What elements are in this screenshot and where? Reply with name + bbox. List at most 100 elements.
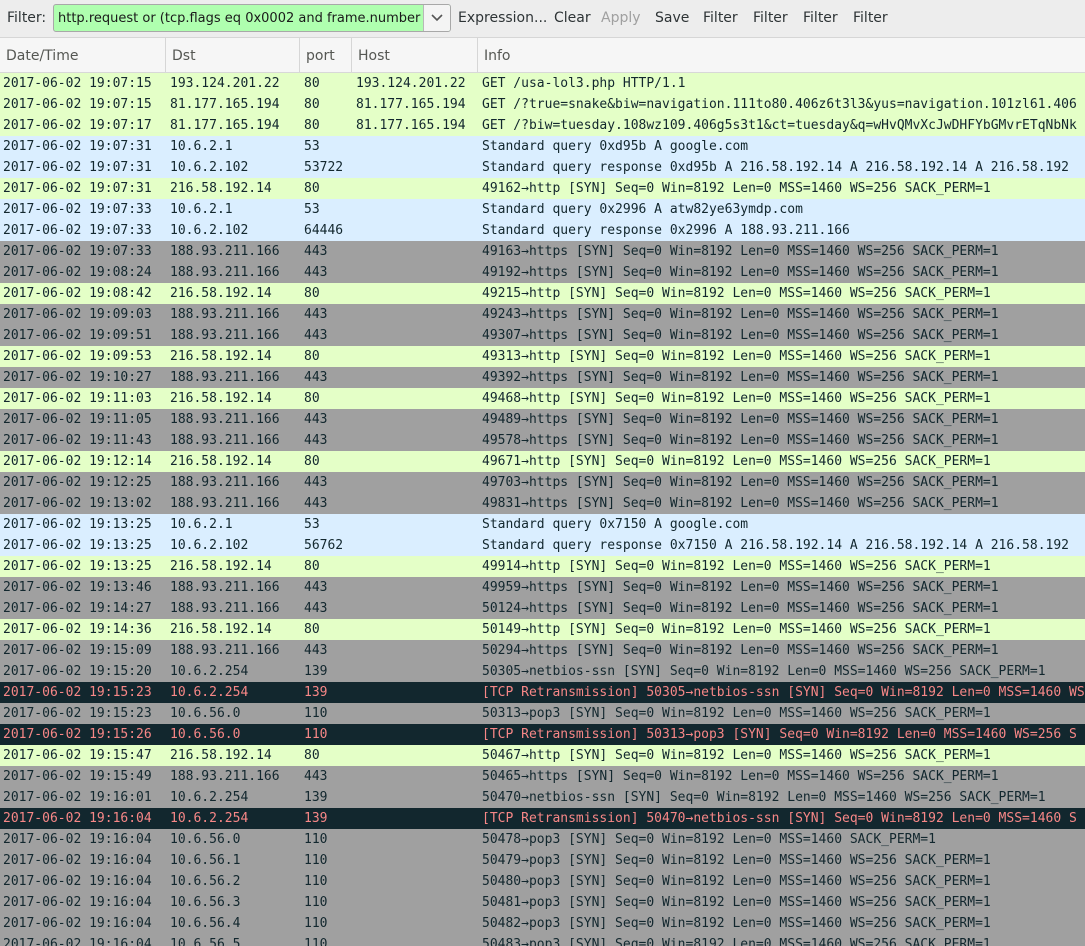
packet-row[interactable]: 2017-06-02 19:15:49 188.93.211.166 443 5046… — [0, 766, 1085, 787]
cell-dst: 10.6.56.0 — [170, 727, 241, 742]
packet-row[interactable]: 2017-06-02 19:07:15 81.177.165.194 80 81.17… — [0, 94, 1085, 115]
filter-button-2[interactable]: Filter — [753, 10, 788, 27]
cell-info: [TCP Retransmission] 50313→pop3 [SYN] Se… — [482, 727, 1077, 742]
packet-row[interactable]: 2017-06-02 19:09:51 188.93.211.166 443 4930… — [0, 325, 1085, 346]
packet-row[interactable]: 2017-06-02 19:13:25 10.6.2.102 56762 Standa… — [0, 535, 1085, 556]
cell-dst: 10.6.2.102 — [170, 538, 249, 553]
packet-row[interactable]: 2017-06-02 19:07:15 193.124.201.22 80 193.1… — [0, 73, 1085, 94]
packet-row[interactable]: 2017-06-02 19:09:53 216.58.192.14 80 49313→… — [0, 346, 1085, 367]
packet-row[interactable]: 2017-06-02 19:07:31 216.58.192.14 80 49162→… — [0, 178, 1085, 199]
column-header-info[interactable]: Info — [478, 38, 1085, 72]
packet-row[interactable]: 2017-06-02 19:13:25 10.6.2.1 53 Standard qu… — [0, 514, 1085, 535]
expression-button[interactable]: Expression... — [458, 10, 547, 27]
packet-row[interactable]: 2017-06-02 19:14:27 188.93.211.166 443 5012… — [0, 598, 1085, 619]
filter-dropdown-button[interactable] — [423, 5, 450, 31]
packet-row[interactable]: 2017-06-02 19:16:04 10.6.2.254 139 [TCP Ret… — [0, 808, 1085, 829]
packet-row[interactable]: 2017-06-02 19:16:01 10.6.2.254 139 50470→ne… — [0, 787, 1085, 808]
packet-row[interactable]: 2017-06-02 19:13:46 188.93.211.166 443 4995… — [0, 577, 1085, 598]
cell-dst: 188.93.211.166 — [170, 328, 280, 343]
packet-row[interactable]: 2017-06-02 19:07:31 10.6.2.102 53722 Standa… — [0, 157, 1085, 178]
packet-row[interactable]: 2017-06-02 19:16:04 10.6.56.3 110 50481→pop… — [0, 892, 1085, 913]
packet-row[interactable]: 2017-06-02 19:11:43 188.93.211.166 443 4957… — [0, 430, 1085, 451]
cell-info: 50481→pop3 [SYN] Seq=0 Win=8192 Len=0 MS… — [482, 895, 991, 910]
cell-dst: 10.6.2.1 — [170, 202, 233, 217]
cell-datetime: 2017-06-02 19:14:27 — [3, 601, 152, 616]
cell-datetime: 2017-06-02 19:15:23 — [3, 685, 152, 700]
cell-port: 64446 — [304, 223, 344, 238]
cell-info: 50294→https [SYN] Seq=0 Win=8192 Len=0 M… — [482, 643, 999, 658]
packet-row[interactable]: 2017-06-02 19:07:33 188.93.211.166 443 4916… — [0, 241, 1085, 262]
packet-row[interactable]: 2017-06-02 19:14:36 216.58.192.14 80 50149→… — [0, 619, 1085, 640]
cell-dst: 10.6.56.3 — [170, 895, 241, 910]
packet-row[interactable]: 2017-06-02 19:07:31 10.6.2.1 53 Standard qu… — [0, 136, 1085, 157]
packet-row[interactable]: 2017-06-02 19:08:42 216.58.192.14 80 49215→… — [0, 283, 1085, 304]
packet-row[interactable]: 2017-06-02 19:07:33 10.6.2.102 64446 Standa… — [0, 220, 1085, 241]
cell-port: 80 — [304, 76, 320, 91]
filter-button-3[interactable]: Filter — [803, 10, 838, 27]
cell-datetime: 2017-06-02 19:16:04 — [3, 832, 152, 847]
save-button[interactable]: Save — [655, 10, 689, 27]
cell-dst: 188.93.211.166 — [170, 643, 280, 658]
display-filter-input[interactable] — [54, 5, 424, 31]
apply-button[interactable]: Apply — [601, 10, 641, 27]
packet-row[interactable]: 2017-06-02 19:16:04 10.6.56.0 110 50478→pop… — [0, 829, 1085, 850]
cell-info: 50149→http [SYN] Seq=0 Win=8192 Len=0 MS… — [482, 622, 991, 637]
cell-dst: 188.93.211.166 — [170, 265, 280, 280]
cell-port: 443 — [304, 643, 328, 658]
packet-row[interactable]: 2017-06-02 19:08:24 188.93.211.166 443 4919… — [0, 262, 1085, 283]
cell-datetime: 2017-06-02 19:16:01 — [3, 790, 152, 805]
cell-datetime: 2017-06-02 19:15:23 — [3, 706, 152, 721]
cell-port: 80 — [304, 391, 320, 406]
cell-host: 81.177.165.194 — [356, 118, 466, 133]
cell-dst: 216.58.192.14 — [170, 391, 272, 406]
cell-datetime: 2017-06-02 19:11:43 — [3, 433, 152, 448]
cell-dst: 216.58.192.14 — [170, 454, 272, 469]
cell-datetime: 2017-06-02 19:08:24 — [3, 265, 152, 280]
column-header-dst[interactable]: Dst — [166, 38, 300, 72]
packet-row[interactable]: 2017-06-02 19:07:33 10.6.2.1 53 Standard qu… — [0, 199, 1085, 220]
cell-host: 193.124.201.22 — [356, 76, 466, 91]
clear-button[interactable]: Clear — [554, 10, 591, 27]
packet-row[interactable]: 2017-06-02 19:13:02 188.93.211.166 443 4983… — [0, 493, 1085, 514]
cell-info: 49243→https [SYN] Seq=0 Win=8192 Len=0 M… — [482, 307, 999, 322]
cell-info: 50478→pop3 [SYN] Seq=0 Win=8192 Len=0 MS… — [482, 832, 936, 847]
packet-row[interactable]: 2017-06-02 19:15:47 216.58.192.14 80 50467→… — [0, 745, 1085, 766]
packet-row[interactable]: 2017-06-02 19:16:04 10.6.56.5 110 50483→pop… — [0, 934, 1085, 946]
packet-row[interactable]: 2017-06-02 19:16:04 10.6.56.4 110 50482→pop… — [0, 913, 1085, 934]
cell-info: 49163→https [SYN] Seq=0 Win=8192 Len=0 M… — [482, 244, 999, 259]
cell-info: GET /usa-lol3.php HTTP/1.1 — [482, 76, 686, 91]
cell-port: 110 — [304, 706, 328, 721]
packet-row[interactable]: 2017-06-02 19:13:25 216.58.192.14 80 49914→… — [0, 556, 1085, 577]
packet-row[interactable]: 2017-06-02 19:15:23 10.6.2.254 139 [TCP Ret… — [0, 682, 1085, 703]
cell-datetime: 2017-06-02 19:16:04 — [3, 811, 152, 826]
filter-button-1[interactable]: Filter — [703, 10, 738, 27]
packet-row[interactable]: 2017-06-02 19:16:04 10.6.56.2 110 50480→pop… — [0, 871, 1085, 892]
packet-row[interactable]: 2017-06-02 19:15:26 10.6.56.0 110 [TCP Retr… — [0, 724, 1085, 745]
column-header-datetime[interactable]: Date/Time — [0, 38, 166, 72]
filter-label: Filter: — [7, 10, 47, 26]
cell-datetime: 2017-06-02 19:07:31 — [3, 160, 152, 175]
packet-row[interactable]: 2017-06-02 19:16:04 10.6.56.1 110 50479→pop… — [0, 850, 1085, 871]
packet-row[interactable]: 2017-06-02 19:07:17 81.177.165.194 80 81.17… — [0, 115, 1085, 136]
packet-row[interactable]: 2017-06-02 19:15:09 188.93.211.166 443 5029… — [0, 640, 1085, 661]
column-header-host[interactable]: Host — [352, 38, 478, 72]
cell-port: 53 — [304, 139, 320, 154]
packet-row[interactable]: 2017-06-02 19:12:25 188.93.211.166 443 4970… — [0, 472, 1085, 493]
cell-port: 443 — [304, 244, 328, 259]
cell-info: [TCP Retransmission] 50470→netbios-ssn [… — [482, 811, 1077, 826]
packet-row[interactable]: 2017-06-02 19:15:20 10.6.2.254 139 50305→ne… — [0, 661, 1085, 682]
packet-row[interactable]: 2017-06-02 19:11:03 216.58.192.14 80 49468→… — [0, 388, 1085, 409]
column-header-port[interactable]: port — [300, 38, 352, 72]
packet-row[interactable]: 2017-06-02 19:11:05 188.93.211.166 443 4948… — [0, 409, 1085, 430]
display-filter-box[interactable] — [53, 4, 451, 32]
packet-row[interactable]: 2017-06-02 19:09:03 188.93.211.166 443 4924… — [0, 304, 1085, 325]
cell-info: 49468→http [SYN] Seq=0 Win=8192 Len=0 MS… — [482, 391, 991, 406]
packet-row[interactable]: 2017-06-02 19:15:23 10.6.56.0 110 50313→pop… — [0, 703, 1085, 724]
packet-list: 2017-06-02 19:07:15 193.124.201.22 80 193.1… — [0, 73, 1085, 946]
packet-row[interactable]: 2017-06-02 19:10:27 188.93.211.166 443 4939… — [0, 367, 1085, 388]
cell-port: 139 — [304, 811, 328, 826]
packet-row[interactable]: 2017-06-02 19:12:14 216.58.192.14 80 49671→… — [0, 451, 1085, 472]
cell-dst: 216.58.192.14 — [170, 559, 272, 574]
filter-button-4[interactable]: Filter — [853, 10, 888, 27]
cell-datetime: 2017-06-02 19:07:17 — [3, 118, 152, 133]
